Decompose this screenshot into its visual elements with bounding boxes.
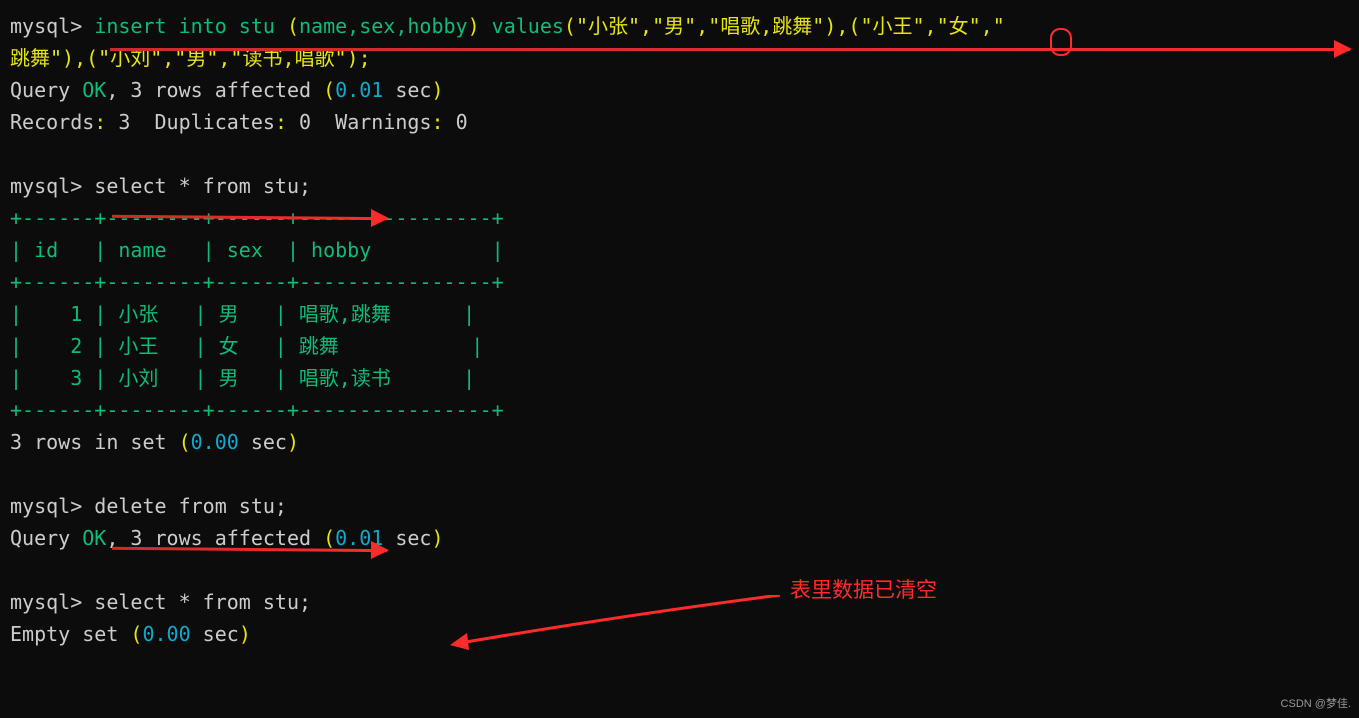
watermark: CSDN @梦佳. bbox=[1281, 696, 1351, 714]
annotation-text: 表里数据已清空 bbox=[790, 574, 937, 608]
terminal-output: mysql> insert into stu (name,sex,hobby) … bbox=[10, 10, 1349, 650]
table-row: | 1 | 小张 | 男 | 唱歌,跳舞 | bbox=[10, 298, 1349, 330]
arrow-annotation-1 bbox=[110, 48, 1350, 51]
blank bbox=[10, 458, 1349, 490]
table-row: | 3 | 小刘 | 男 | 唱歌,读书 | bbox=[10, 362, 1349, 394]
select-1: mysql> select * from stu; bbox=[10, 170, 1349, 202]
blank bbox=[10, 554, 1349, 586]
table-border-mid: +------+--------+------+----------------… bbox=[10, 266, 1349, 298]
rows-in-set: 3 rows in set (0.00 sec) bbox=[10, 426, 1349, 458]
blank bbox=[10, 138, 1349, 170]
delete-cmd: mysql> delete from stu; bbox=[10, 490, 1349, 522]
records-line: Records: 3 Duplicates: 0 Warnings: 0 bbox=[10, 106, 1349, 138]
table-border-bot: +------+--------+------+----------------… bbox=[10, 394, 1349, 426]
table-row: | 2 | 小王 | 女 | 跳舞 | bbox=[10, 330, 1349, 362]
insert-line2: 跳舞"),("小刘","男","读书,唱歌"); bbox=[10, 42, 1349, 74]
circle-annotation bbox=[1050, 28, 1072, 56]
insert-line1: mysql> insert into stu (name,sex,hobby) … bbox=[10, 10, 1349, 42]
query-ok-1: Query OK, 3 rows affected (0.01 sec) bbox=[10, 74, 1349, 106]
arrow-annotation-4 bbox=[445, 595, 785, 655]
mysql-prompt: mysql> bbox=[10, 14, 82, 38]
table-header: | id | name | sex | hobby | bbox=[10, 234, 1349, 266]
